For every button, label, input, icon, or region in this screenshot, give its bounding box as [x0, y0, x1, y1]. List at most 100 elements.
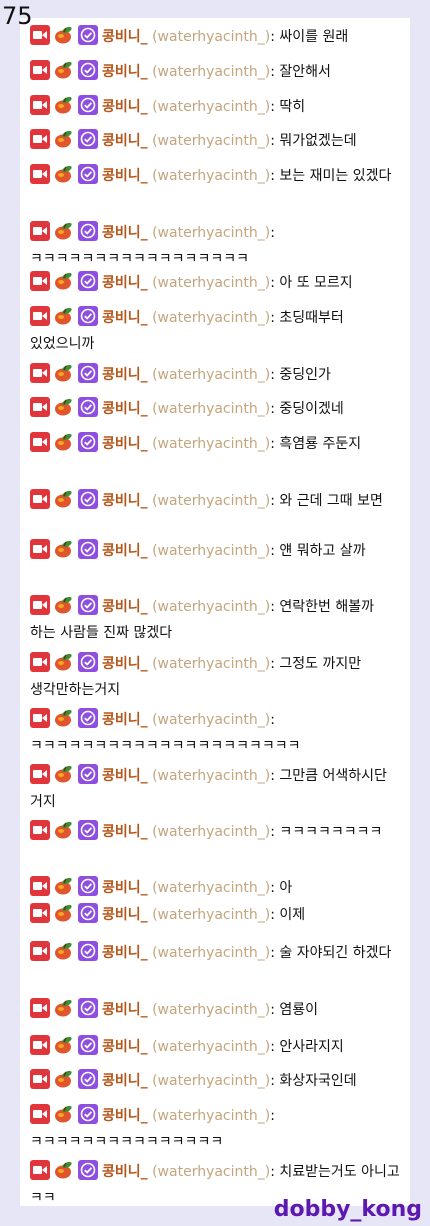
user-id[interactable]: (waterhyacinth_): [152, 907, 270, 923]
chat-message: 콩비니_ (waterhyacinth_): ㅋㅋㅋㅋㅋㅋㅋㅋㅋㅋㅋㅋㅋㅋㅋㅋㅋ: [30, 220, 404, 272]
user-id[interactable]: (waterhyacinth_): [152, 1039, 270, 1055]
chat-message: 콩비니_ (waterhyacinth_): 중딩이겠네: [30, 396, 404, 422]
username[interactable]: 콩비니_: [102, 1164, 148, 1180]
user-id[interactable]: (waterhyacinth_): [152, 1073, 270, 1089]
verified-badge-icon: [78, 95, 98, 115]
username[interactable]: 콩비니_: [102, 1002, 148, 1018]
chat-message: 콩비니_ (waterhyacinth_): 잘안해서: [30, 59, 404, 85]
verified-badge-icon: [78, 539, 98, 559]
user-id[interactable]: (waterhyacinth_): [152, 275, 270, 291]
user-id[interactable]: (waterhyacinth_): [152, 99, 270, 115]
chat-message: 콩비니_ (waterhyacinth_): ㅋㅋㅋㅋㅋㅋㅋㅋ: [30, 819, 404, 845]
username[interactable]: 콩비니_: [102, 64, 148, 80]
username[interactable]: 콩비니_: [102, 768, 148, 784]
user-id[interactable]: (waterhyacinth_): [152, 493, 270, 509]
user-id[interactable]: (waterhyacinth_): [152, 436, 270, 452]
broadcaster-badge-icon: [30, 941, 50, 961]
user-id[interactable]: (waterhyacinth_): [152, 29, 270, 45]
separator: :: [270, 310, 275, 326]
user-id[interactable]: (waterhyacinth_): [152, 168, 270, 184]
message-text: 안사라지지: [279, 1039, 344, 1055]
user-id[interactable]: (waterhyacinth_): [152, 367, 270, 383]
username[interactable]: 콩비니_: [102, 945, 148, 961]
username[interactable]: 콩비니_: [102, 493, 148, 509]
user-id[interactable]: (waterhyacinth_): [152, 310, 270, 326]
user-id[interactable]: (waterhyacinth_): [152, 824, 270, 840]
user-id[interactable]: (waterhyacinth_): [152, 543, 270, 559]
username[interactable]: 콩비니_: [102, 133, 148, 149]
separator: :: [270, 824, 275, 840]
message-text: 아: [279, 880, 293, 896]
separator: :: [270, 168, 275, 184]
user-id[interactable]: (waterhyacinth_): [152, 656, 270, 672]
fruit-badge-icon: [54, 164, 74, 184]
chat-panel: 콩비니_ (waterhyacinth_): 싸이를 원래 콩비니_ (water…: [20, 18, 410, 1206]
verified-badge-icon: [78, 941, 98, 961]
username[interactable]: 콩비니_: [102, 1073, 148, 1089]
fruit-badge-icon: [54, 876, 74, 896]
verified-badge-icon: [78, 363, 98, 383]
broadcaster-badge-icon: [30, 25, 50, 45]
separator: :: [270, 133, 275, 149]
separator: :: [270, 493, 275, 509]
user-id[interactable]: (waterhyacinth_): [152, 768, 270, 784]
verified-badge-icon: [78, 60, 98, 80]
broadcaster-badge-icon: [30, 271, 50, 291]
broadcaster-badge-icon: [30, 595, 50, 615]
fruit-badge-icon: [54, 1104, 74, 1124]
user-id[interactable]: (waterhyacinth_): [152, 712, 270, 728]
separator: :: [270, 225, 275, 241]
username[interactable]: 콩비니_: [102, 880, 148, 896]
user-id[interactable]: (waterhyacinth_): [152, 880, 270, 896]
user-id[interactable]: (waterhyacinth_): [152, 225, 270, 241]
user-id[interactable]: (waterhyacinth_): [152, 133, 270, 149]
username[interactable]: 콩비니_: [102, 225, 148, 241]
message-text: 염룡이: [279, 1002, 319, 1018]
username[interactable]: 콩비니_: [102, 907, 148, 923]
username[interactable]: 콩비니_: [102, 712, 148, 728]
username[interactable]: 콩비니_: [102, 367, 148, 383]
user-id[interactable]: (waterhyacinth_): [152, 599, 270, 615]
username[interactable]: 콩비니_: [102, 656, 148, 672]
user-id[interactable]: (waterhyacinth_): [152, 945, 270, 961]
user-id[interactable]: (waterhyacinth_): [152, 1002, 270, 1018]
user-id[interactable]: (waterhyacinth_): [152, 64, 270, 80]
username[interactable]: 콩비니_: [102, 99, 148, 115]
broadcaster-badge-icon: [30, 164, 50, 184]
username[interactable]: 콩비니_: [102, 436, 148, 452]
username[interactable]: 콩비니_: [102, 599, 148, 615]
verified-badge-icon: [78, 129, 98, 149]
user-id[interactable]: (waterhyacinth_): [152, 1108, 270, 1124]
username[interactable]: 콩비니_: [102, 824, 148, 840]
user-id[interactable]: (waterhyacinth_): [152, 1164, 270, 1180]
username[interactable]: 콩비니_: [102, 310, 148, 326]
username[interactable]: 콩비니_: [102, 543, 148, 559]
page-number: 75: [2, 2, 33, 30]
chat-message: 콩비니_ (waterhyacinth_): 화상자국인데: [30, 1068, 404, 1094]
username[interactable]: 콩비니_: [102, 1108, 148, 1124]
message-text: 이제: [279, 907, 306, 923]
broadcaster-badge-icon: [30, 708, 50, 728]
separator: :: [270, 436, 275, 452]
user-id[interactable]: (waterhyacinth_): [152, 401, 270, 417]
message-text: 화상자국인데: [279, 1073, 357, 1089]
username[interactable]: 콩비니_: [102, 401, 148, 417]
username[interactable]: 콩비니_: [102, 1039, 148, 1055]
fruit-badge-icon: [54, 903, 74, 923]
fruit-badge-icon: [54, 1035, 74, 1055]
verified-badge-icon: [78, 595, 98, 615]
fruit-badge-icon: [54, 1160, 74, 1180]
username[interactable]: 콩비니_: [102, 29, 148, 45]
broadcaster-badge-icon: [30, 397, 50, 417]
fruit-badge-icon: [54, 363, 74, 383]
separator: :: [270, 599, 275, 615]
fruit-badge-icon: [54, 941, 74, 961]
fruit-badge-icon: [54, 764, 74, 784]
broadcaster-badge-icon: [30, 306, 50, 326]
verified-badge-icon: [78, 25, 98, 45]
username[interactable]: 콩비니_: [102, 275, 148, 291]
broadcaster-badge-icon: [30, 363, 50, 383]
verified-badge-icon: [78, 306, 98, 326]
chat-message: 콩비니_ (waterhyacinth_): 연락한번 해볼까 하는 사람들 진…: [30, 594, 404, 646]
username[interactable]: 콩비니_: [102, 168, 148, 184]
